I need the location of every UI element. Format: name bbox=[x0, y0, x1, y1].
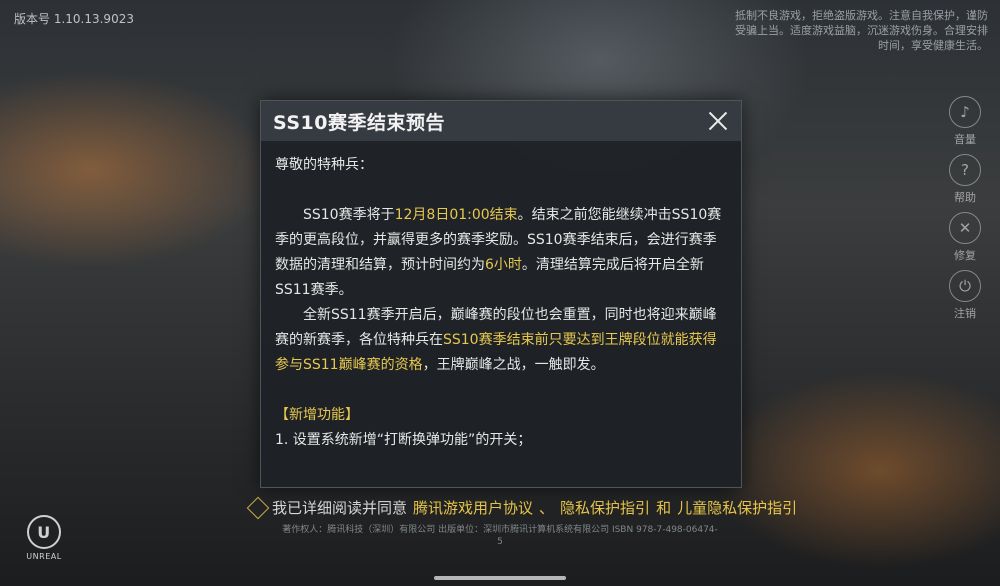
agreement-separator-2: 和 bbox=[656, 499, 672, 517]
question-icon: ? bbox=[949, 154, 981, 186]
dialog-header: SS10赛季结束预告 bbox=[261, 101, 741, 141]
anti-addiction-notice: 抵制不良游戏，拒绝盗版游戏。注意自我保护，谨防受骗上当。适度游戏益脑，沉迷游戏伤… bbox=[735, 9, 988, 52]
home-indicator[interactable] bbox=[434, 576, 566, 580]
agreement-row: 我已详细阅读并同意 腾讯游戏用户协议 、 隐私保护指引 和 儿童隐私保护指引 bbox=[246, 496, 797, 519]
logout-button[interactable]: ⏻ 注销 bbox=[944, 270, 986, 328]
user-agreement-link[interactable]: 腾讯游戏用户协议 bbox=[413, 497, 533, 518]
season-end-dialog: SS10赛季结束预告 尊敬的特种兵： SS10赛季将于12月8日01:00结束。… bbox=[260, 100, 742, 488]
dialog-title: SS10赛季结束预告 bbox=[273, 111, 445, 134]
unreal-engine-logo: U UNREAL bbox=[22, 515, 66, 561]
unreal-logo-icon: U bbox=[27, 515, 61, 549]
volume-button[interactable]: ♪ 音量 bbox=[944, 96, 986, 154]
side-menu: ♪ 音量 ? 帮助 ✕ 修复 ⏻ 注销 bbox=[944, 96, 986, 328]
speaker-icon: ♪ bbox=[949, 96, 981, 128]
tools-icon: ✕ bbox=[949, 212, 981, 244]
dialog-body: 尊敬的特种兵： SS10赛季将于12月8日01:00结束。结束之前您能继续冲击S… bbox=[261, 141, 741, 453]
agreement-separator-1: 、 bbox=[539, 499, 555, 517]
p1-text-a: SS10赛季将于 bbox=[303, 207, 395, 223]
season-end-time: 12月8日01:00结束 bbox=[394, 207, 518, 223]
greeting-text: 尊敬的特种兵： bbox=[275, 157, 373, 173]
power-icon: ⏻ bbox=[949, 270, 981, 302]
privacy-guide-link[interactable]: 隐私保护指引 bbox=[560, 497, 650, 518]
paragraph-2: 全新SS11赛季开启后，巅峰赛的段位也会重置，同时也将迎来巅峰赛的新赛季，各位特… bbox=[275, 303, 727, 378]
child-privacy-guide-link[interactable]: 儿童隐私保护指引 bbox=[677, 497, 797, 518]
p2-text-c: ，王牌巅峰之战，一触即发。 bbox=[422, 357, 605, 373]
agreement-prefix: 我已详细阅读并同意 bbox=[272, 499, 408, 517]
settlement-duration: 6小时 bbox=[485, 257, 522, 273]
repair-button[interactable]: ✕ 修复 bbox=[944, 212, 986, 270]
volume-label: 音量 bbox=[954, 133, 976, 146]
paragraph-1: SS10赛季将于12月8日01:00结束。结束之前您能继续冲击SS10赛季的更高… bbox=[275, 203, 727, 303]
unreal-logo-text: UNREAL bbox=[26, 552, 62, 561]
new-features-heading: 【新增功能】 bbox=[275, 407, 359, 423]
close-icon[interactable] bbox=[705, 108, 731, 134]
agreement-checkbox[interactable] bbox=[246, 496, 270, 519]
version-label: 版本号 1.10.13.9023 bbox=[14, 12, 134, 26]
help-label: 帮助 bbox=[954, 191, 976, 204]
publisher-info: 著作权人：腾讯科技（深圳）有限公司 出版单位：深圳市腾讯计算机系统有限公司 IS… bbox=[282, 525, 718, 547]
feature-item-1: 1. 设置系统新增“打断换弹功能”的开关； bbox=[275, 432, 532, 448]
repair-label: 修复 bbox=[954, 249, 976, 262]
help-button[interactable]: ? 帮助 bbox=[944, 154, 986, 212]
logout-label: 注销 bbox=[954, 307, 976, 320]
